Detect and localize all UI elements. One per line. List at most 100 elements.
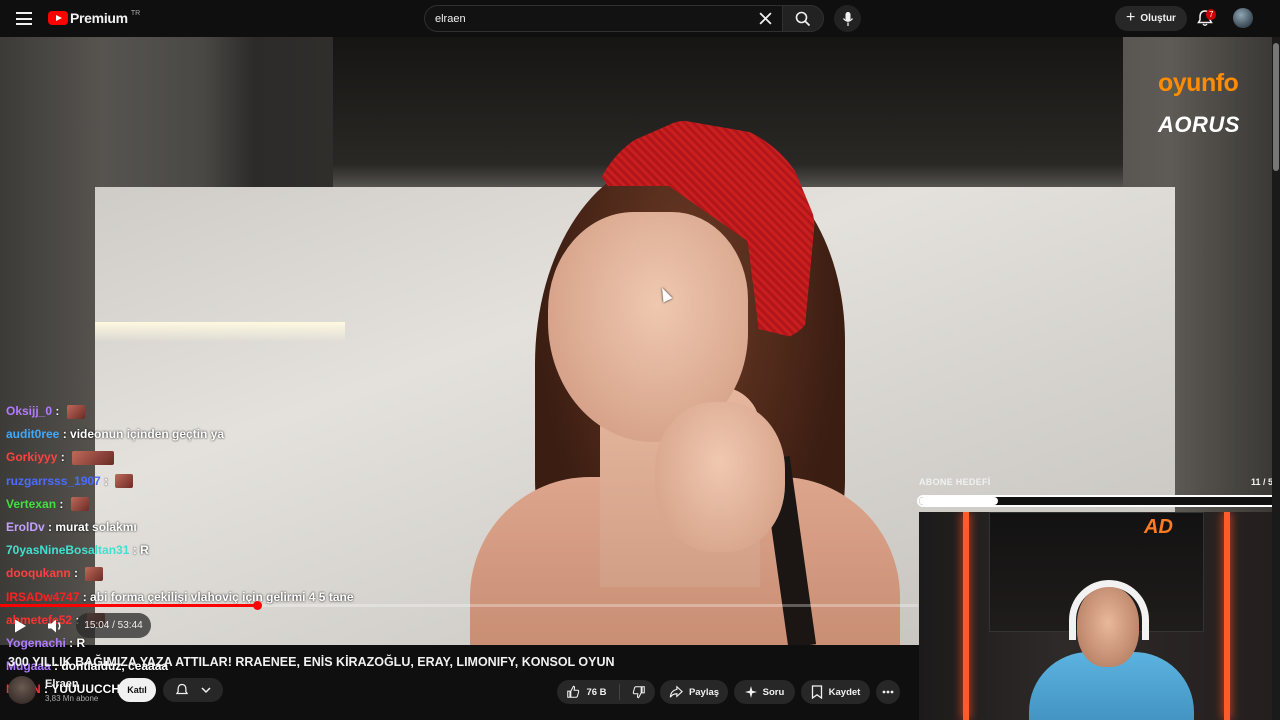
chat-message: ahmetefe52 :	[6, 609, 426, 632]
microphone-icon	[842, 11, 853, 26]
chat-separator: :	[52, 404, 63, 418]
chat-message: Gorkiyyy :	[6, 446, 426, 469]
chat-text: R	[140, 543, 149, 558]
chat-emote-icon	[70, 497, 89, 512]
chat-separator: :	[100, 473, 112, 488]
youtube-premium-logo[interactable]: Premium TR	[48, 10, 140, 26]
share-button[interactable]: Paylaş	[660, 680, 728, 704]
thumbs-up-icon[interactable]	[566, 685, 580, 699]
chat-message: 70yasNineBosaltan31 : R	[6, 539, 426, 562]
time-display: 15:04 / 53:44	[76, 613, 151, 638]
chat-separator: :	[129, 543, 141, 558]
chat-separator: :	[59, 427, 71, 442]
sub-goal-label: ABONE HEDEFİ	[919, 477, 991, 487]
clear-search-icon[interactable]	[759, 12, 772, 25]
sub-goal-fill	[919, 497, 998, 505]
duration: 53:44	[117, 620, 143, 631]
share-icon	[669, 685, 683, 698]
scrubber-handle[interactable]	[253, 601, 263, 610]
subscription-bell-button[interactable]	[163, 678, 223, 702]
chat-text: murat solakmı	[55, 520, 137, 535]
like-count[interactable]: 76 B	[586, 687, 606, 698]
channel-subscriber-count: 3,83 Mn abone	[45, 694, 99, 703]
share-label: Paylaş	[688, 686, 720, 698]
chat-emote-icon	[85, 567, 104, 582]
save-button[interactable]: Kaydet	[801, 680, 870, 704]
plus-icon: +	[1126, 8, 1136, 26]
aorus-logo: AORUS	[1158, 112, 1240, 137]
ask-label: Soru	[762, 686, 785, 698]
more-actions-button[interactable]	[876, 680, 900, 704]
chat-username: Yogenachi	[6, 636, 66, 651]
volume-icon[interactable]	[46, 617, 64, 635]
chat-username: Oksijj_0	[6, 404, 53, 418]
logo-country: TR	[130, 10, 141, 17]
account-avatar[interactable]	[1233, 8, 1253, 28]
create-label: Oluştur	[1140, 13, 1176, 24]
chat-separator: :	[44, 520, 56, 535]
chat-emote-icon	[115, 474, 134, 489]
chat-message: ruzgarrsss_1907 :	[6, 470, 426, 493]
join-button[interactable]: Katıl	[118, 678, 156, 702]
voice-search-button[interactable]	[834, 5, 861, 32]
bookmark-icon	[811, 685, 822, 699]
search-button[interactable]	[782, 5, 824, 32]
chat-username: Gorkiyyy	[6, 450, 58, 465]
video-progress-fill	[0, 604, 258, 607]
like-separator	[618, 684, 620, 700]
chat-message: Vertexan :	[6, 493, 426, 516]
search-input[interactable]	[435, 12, 735, 25]
channel-avatar[interactable]	[8, 676, 36, 704]
thumbs-down-icon[interactable]	[632, 685, 646, 699]
chat-username: dooqukann	[6, 566, 71, 581]
channel-name[interactable]: Elraen	[45, 678, 79, 690]
chat-emote-icon	[66, 404, 85, 419]
current-time: 15:04	[84, 620, 110, 631]
chat-username: Vertexan	[6, 496, 57, 511]
video-frame-light	[95, 322, 345, 342]
notification-badge: 7	[1206, 9, 1217, 20]
chat-separator: :	[65, 636, 77, 651]
video-frame-hand	[655, 402, 785, 552]
chat-emote-icon	[72, 451, 115, 465]
sub-goal-bar	[917, 495, 1278, 507]
play-icon[interactable]	[12, 618, 28, 634]
more-horizontal-icon	[882, 690, 894, 694]
top-bar: Premium TR + Oluştur 7	[0, 0, 1280, 37]
chat-username: ErolDv	[6, 520, 45, 535]
oyunfo-logo: oyunfo	[1158, 69, 1239, 97]
webcam-neon-right	[1224, 512, 1230, 720]
youtube-play-icon	[48, 11, 68, 25]
chat-message: Oksijj_0 :	[6, 400, 426, 423]
chat-username: 70yasNineBosaltan31	[6, 543, 130, 558]
search-bar	[424, 5, 824, 32]
webcam-wall-logo: AD	[1144, 516, 1173, 538]
chat-message: dooqukann :	[6, 562, 426, 585]
chat-message: ErolDv : murat solakmı	[6, 516, 426, 539]
video-progress-bar[interactable]	[0, 601, 918, 610]
chat-username: ruzgarrsss_1907	[6, 473, 101, 488]
like-dislike-group: 76 B	[557, 680, 655, 704]
save-label: Kaydet	[828, 686, 861, 698]
bell-icon	[175, 683, 189, 695]
ask-button[interactable]: Soru	[734, 680, 795, 704]
sparkle-icon	[744, 686, 757, 698]
chevron-down-icon	[201, 687, 211, 694]
chat-message: audit0ree : videonun içinden geçtin ya	[6, 423, 426, 446]
menu-icon[interactable]	[16, 12, 32, 25]
chat-username: audit0ree	[6, 427, 60, 442]
create-button[interactable]: + Oluştur	[1115, 6, 1187, 31]
chat-separator: :	[56, 496, 67, 511]
search-box	[424, 5, 782, 32]
chat-separator: :	[57, 450, 69, 465]
webcam-neon-left	[963, 512, 969, 720]
logo-text: Premium	[70, 10, 128, 26]
chat-separator: :	[70, 566, 82, 581]
scrollbar-thumb[interactable]	[1273, 43, 1279, 171]
search-icon	[795, 11, 811, 26]
streamer-webcam: AD	[919, 512, 1272, 720]
chat-message: Yogenachi : R	[6, 632, 426, 655]
chat-text: videonun içinden geçtin ya	[70, 427, 225, 442]
video-title: 300 YILLIK BAĞIMIZA YAZA ATTILAR! RRAENE…	[8, 655, 615, 669]
page-scrollbar[interactable]	[1272, 37, 1280, 720]
